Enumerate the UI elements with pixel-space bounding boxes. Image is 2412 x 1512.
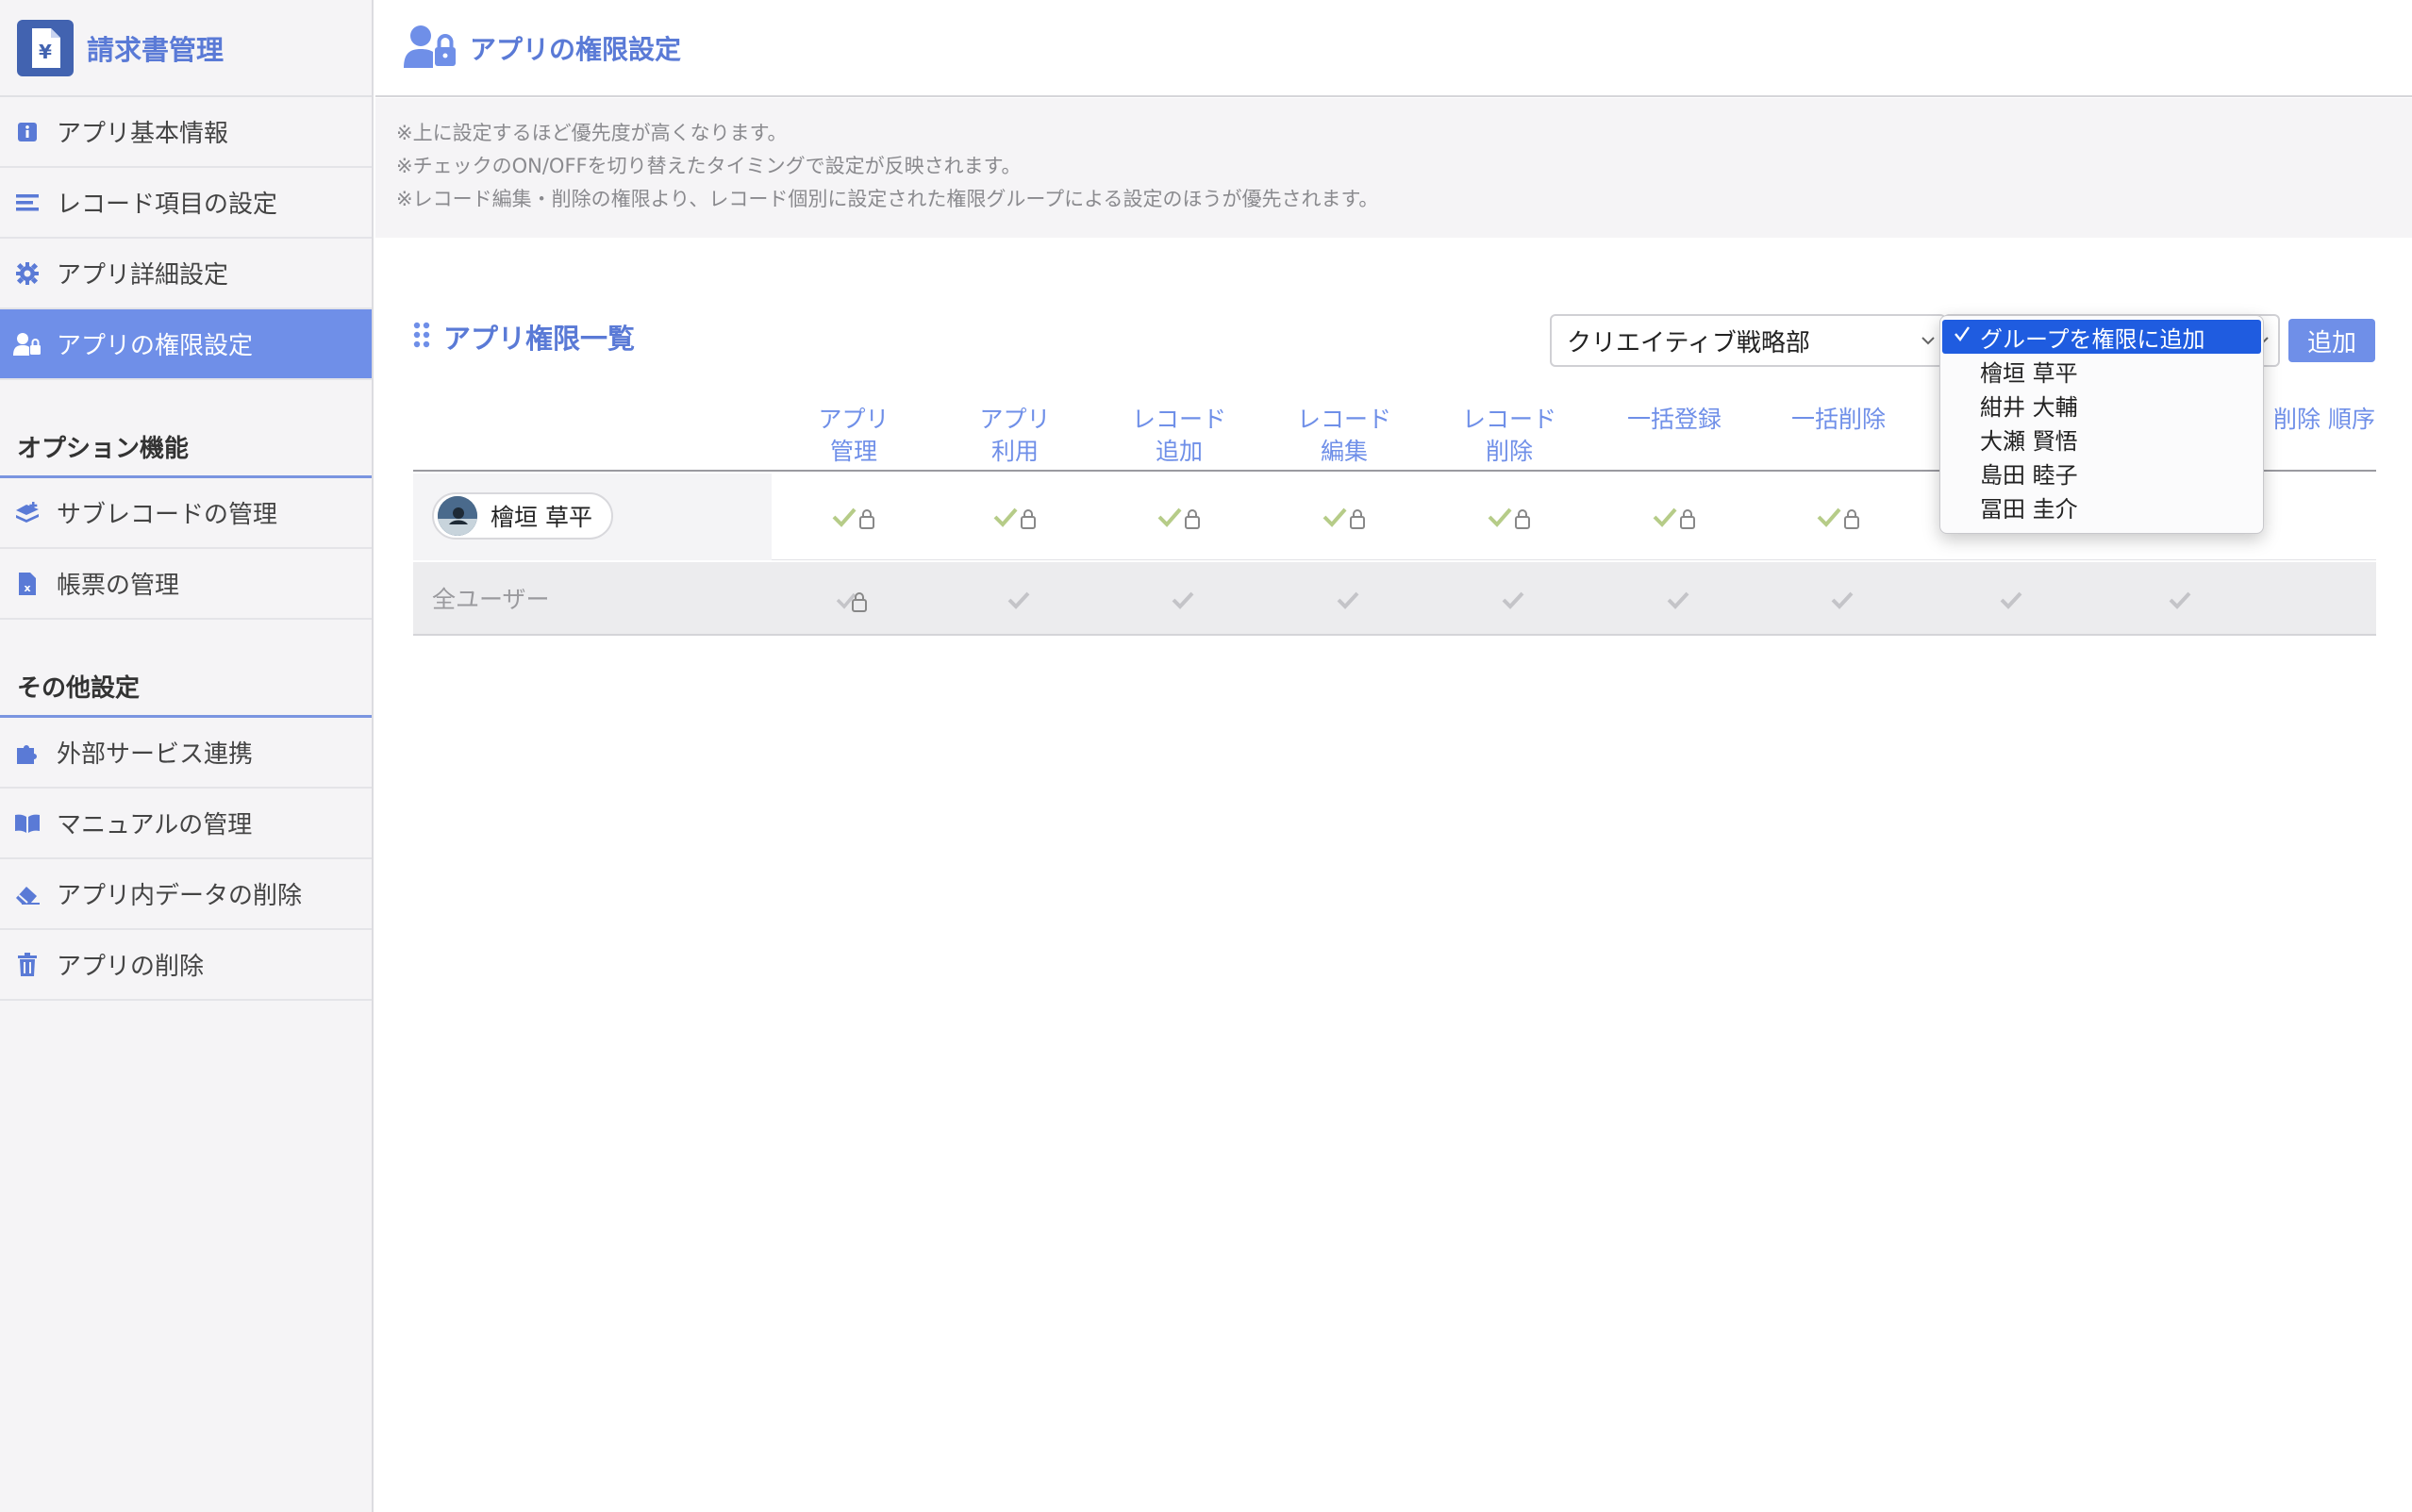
layers-icon bbox=[13, 499, 42, 527]
sidebar-item-record-fields[interactable]: レコード項目の設定 bbox=[0, 168, 372, 239]
list-icon bbox=[13, 189, 42, 217]
permission-check[interactable] bbox=[1004, 581, 1060, 619]
option-section-title: オプション機能 bbox=[0, 412, 372, 478]
user-chip[interactable]: 檜垣 草平 bbox=[432, 492, 613, 540]
notice-line: ※チェックのON/OFFを切り替えたタイミングで設定が反映されます。 bbox=[396, 155, 1022, 177]
sidebar-item-forms[interactable]: x 帳票の管理 bbox=[0, 549, 372, 620]
sidebar-item-subrecords[interactable]: サブレコードの管理 bbox=[0, 478, 372, 549]
sidebar: ¥ 請求書管理 アプリ基本情報 レコード項目の設定 アプリ詳細設定 アプリの権限… bbox=[0, 0, 374, 1512]
eraser-icon bbox=[13, 880, 42, 908]
sidebar-item-delete-app-data[interactable]: アプリ内データの削除 bbox=[0, 859, 372, 930]
permission-check-locked[interactable] bbox=[836, 581, 892, 619]
column-header-delete-order: 削除 順序 bbox=[2273, 406, 2375, 433]
book-icon bbox=[13, 809, 42, 838]
row-name-cell: 檜垣 草平 bbox=[413, 474, 772, 560]
sidebar-item-external-services[interactable]: 外部サービス連携 bbox=[0, 718, 372, 789]
notice-line: ※上に設定するほど優先度が高くなります。 bbox=[396, 122, 788, 144]
svg-text:x: x bbox=[24, 582, 30, 594]
app-title: 請求書管理 bbox=[87, 33, 225, 66]
puzzle-icon bbox=[13, 739, 42, 767]
permission-check[interactable] bbox=[1996, 581, 2053, 619]
sidebar-item-label: アプリの削除 bbox=[57, 953, 205, 981]
add-button[interactable]: 追加 bbox=[2288, 319, 2375, 362]
other-section-title: その他設定 bbox=[0, 652, 372, 718]
drag-handle-icon bbox=[413, 322, 430, 352]
invoice-app-icon: ¥ bbox=[17, 19, 74, 76]
sidebar-item-app-permissions[interactable]: アプリの権限設定 bbox=[0, 309, 372, 380]
column-header-app-use: アプリ 利用 bbox=[979, 406, 1051, 465]
permission-check-locked[interactable] bbox=[830, 498, 887, 536]
user-lock-icon bbox=[13, 330, 42, 358]
avatar bbox=[438, 496, 477, 536]
dropdown-option[interactable]: 冨田 圭介 bbox=[1940, 490, 2263, 523]
dropdown-option-add-group[interactable]: グループを権限に追加 bbox=[1942, 320, 2261, 354]
sidebar-item-app-basic-info[interactable]: アプリ基本情報 bbox=[0, 97, 372, 168]
permission-check-locked[interactable] bbox=[1815, 498, 1871, 536]
svg-text:¥: ¥ bbox=[39, 41, 52, 63]
group-select[interactable]: クリエイティブ戦略部 bbox=[1550, 314, 1946, 367]
notice-line: ※レコード編集・削除の権限より、レコード個別に設定された権限グループによる設定の… bbox=[396, 188, 1379, 210]
all-users-label: 全ユーザー bbox=[432, 586, 550, 613]
info-icon bbox=[13, 118, 42, 146]
dropdown-option[interactable]: 檜垣 草平 bbox=[1940, 354, 2263, 388]
permission-check-locked[interactable] bbox=[991, 498, 1048, 536]
excel-file-icon: x bbox=[13, 570, 42, 598]
dropdown-option-label: グループを権限に追加 bbox=[1980, 325, 2205, 353]
column-header-bulk-register: 一括登録 bbox=[1626, 406, 1722, 433]
sidebar-item-manuals[interactable]: マニュアルの管理 bbox=[0, 789, 372, 859]
permission-check[interactable] bbox=[1333, 581, 1389, 619]
sidebar-item-label: アプリ内データの削除 bbox=[57, 882, 303, 910]
permission-check[interactable] bbox=[1827, 581, 1884, 619]
dropdown-option[interactable]: 紺井 大輔 bbox=[1940, 388, 2263, 422]
notice-box: ※上に設定するほど優先度が高くなります。 ※チェックのON/OFFを切り替えたタ… bbox=[375, 98, 2412, 238]
sidebar-item-label: アプリの権限設定 bbox=[57, 332, 254, 360]
permission-list-header: アプリ権限一覧 bbox=[413, 317, 635, 357]
sidebar-item-label: レコード項目の設定 bbox=[57, 191, 278, 219]
checkmark-icon bbox=[1952, 324, 1972, 350]
sidebar-item-label: 外部サービス連携 bbox=[57, 740, 254, 769]
column-header-record-edit: レコード 編集 bbox=[1296, 406, 1391, 465]
permission-check[interactable] bbox=[1498, 581, 1555, 619]
permission-list-title: アプリ権限一覧 bbox=[443, 323, 636, 355]
permission-check-locked[interactable] bbox=[1321, 498, 1377, 536]
column-header-bulk-delete: 一括削除 bbox=[1790, 406, 1886, 433]
group-select-value: クリエイティブ戦略部 bbox=[1567, 328, 1810, 357]
sidebar-item-label: 帳票の管理 bbox=[57, 572, 180, 600]
column-header-app-admin: アプリ 管理 bbox=[818, 406, 890, 465]
gear-icon bbox=[13, 259, 42, 288]
add-member-dropdown: グループを権限に追加 檜垣 草平 紺井 大輔 大瀬 賢悟 島田 睦子 冨田 圭介 bbox=[1939, 315, 2264, 534]
permission-check-locked[interactable] bbox=[1156, 498, 1212, 536]
table-row: 全ユーザー bbox=[413, 562, 2376, 636]
sidebar-item-label: マニュアルの管理 bbox=[57, 811, 253, 839]
trash-icon bbox=[13, 951, 42, 979]
permission-check[interactable] bbox=[2165, 581, 2221, 619]
column-header-record-delete: レコード 削除 bbox=[1461, 406, 1556, 465]
dropdown-option[interactable]: 大瀬 賢悟 bbox=[1940, 422, 2263, 456]
user-name: 檜垣 草平 bbox=[491, 504, 592, 531]
brand[interactable]: ¥ 請求書管理 bbox=[0, 0, 372, 97]
sidebar-item-label: サブレコードの管理 bbox=[57, 501, 278, 529]
sidebar-item-app-detail-settings[interactable]: アプリ詳細設定 bbox=[0, 239, 372, 309]
permission-check-locked[interactable] bbox=[1651, 498, 1707, 536]
page-title: アプリの権限設定 bbox=[470, 33, 682, 65]
user-lock-icon bbox=[404, 25, 458, 72]
column-header-record-add: レコード 追加 bbox=[1131, 406, 1226, 465]
chevron-down-icon bbox=[1918, 329, 1938, 358]
sidebar-item-delete-app[interactable]: アプリの削除 bbox=[0, 930, 372, 1001]
page-header: アプリの権限設定 bbox=[375, 0, 2412, 97]
sidebar-item-label: アプリ基本情報 bbox=[57, 120, 229, 148]
permission-check-locked[interactable] bbox=[1486, 498, 1542, 536]
sidebar-item-label: アプリ詳細設定 bbox=[57, 261, 229, 290]
permission-check[interactable] bbox=[1168, 581, 1224, 619]
dropdown-option[interactable]: 島田 睦子 bbox=[1940, 456, 2263, 490]
permission-check[interactable] bbox=[1663, 581, 1720, 619]
